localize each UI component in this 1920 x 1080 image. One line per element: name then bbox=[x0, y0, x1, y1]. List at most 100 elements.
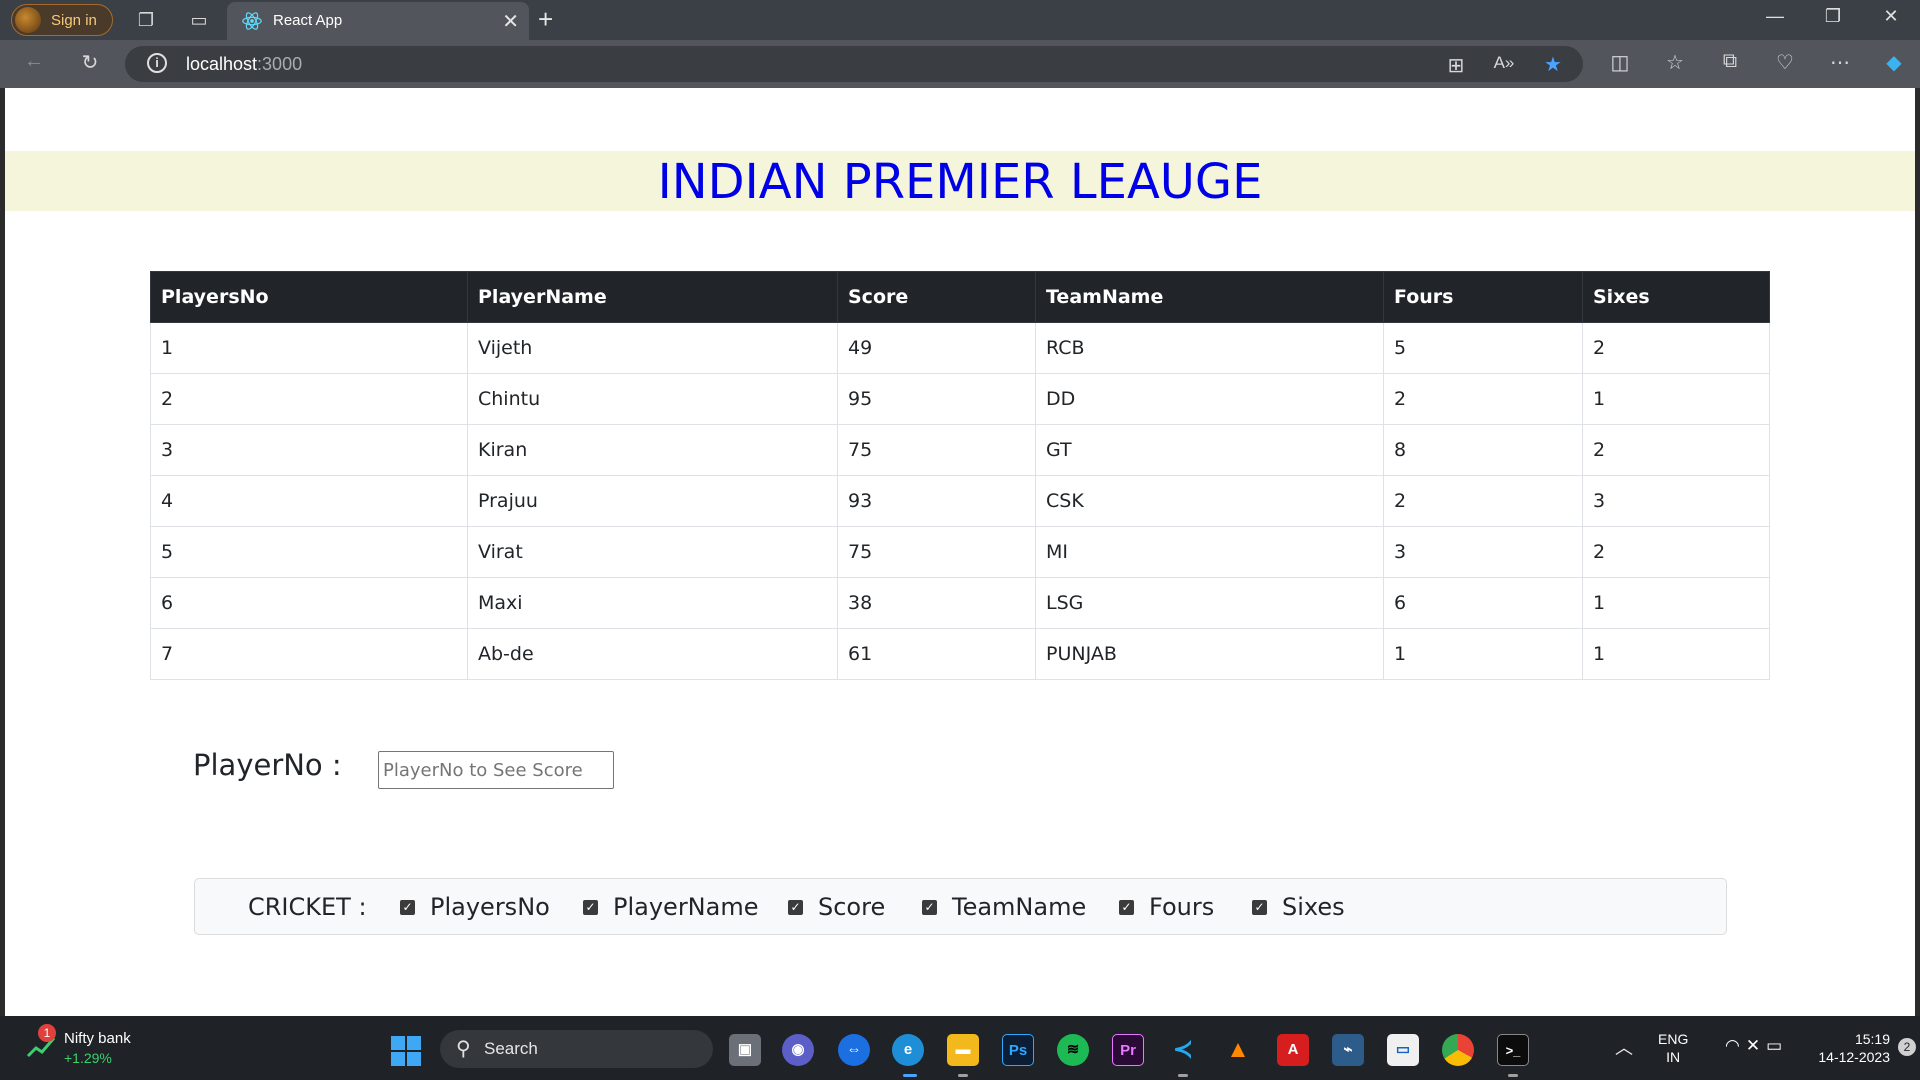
checkbox-checked-icon[interactable]: ✓ bbox=[583, 899, 598, 915]
checkbox-label: TeamName bbox=[952, 893, 1087, 921]
collections-icon[interactable]: ⧉ bbox=[1716, 50, 1744, 73]
clock-time: 15:19 bbox=[1854, 1031, 1890, 1047]
photoshop-icon[interactable]: Ps bbox=[1002, 1034, 1034, 1066]
minimize-icon[interactable]: — bbox=[1755, 6, 1795, 27]
file-explorer-icon[interactable]: ▬ bbox=[947, 1034, 979, 1066]
cell-playername: Prajuu bbox=[467, 475, 838, 527]
vertical-tabs-icon[interactable]: ▭ bbox=[188, 9, 210, 31]
app-available-icon[interactable]: ⊞ bbox=[1442, 53, 1470, 78]
cell-sixes: 2 bbox=[1582, 322, 1770, 374]
cell-teamname: LSG bbox=[1035, 577, 1384, 629]
window-app-icon[interactable]: ▭ bbox=[1387, 1034, 1419, 1066]
start-button[interactable] bbox=[391, 1036, 421, 1066]
explorer-running-indicator bbox=[958, 1074, 968, 1077]
clock[interactable]: 15:19 14-12-2023 bbox=[1790, 1030, 1890, 1066]
cell-playersno: 3 bbox=[150, 424, 468, 476]
cell-fours: 2 bbox=[1383, 373, 1583, 425]
table-row: 4 Prajuu 93 CSK 2 3 bbox=[150, 475, 1770, 527]
acrobat-icon[interactable]: A bbox=[1277, 1034, 1309, 1066]
cell-fours: 8 bbox=[1383, 424, 1583, 476]
taskbar-search[interactable]: ⚲ Search bbox=[440, 1030, 713, 1068]
cell-playername: Virat bbox=[467, 526, 838, 578]
cell-teamname: RCB bbox=[1035, 322, 1384, 374]
profile-avatar bbox=[15, 7, 41, 33]
header-fours: Fours bbox=[1383, 271, 1583, 323]
filter-label: CRICKET : bbox=[248, 893, 367, 921]
checkbox-checked-icon[interactable]: ✓ bbox=[1252, 899, 1267, 915]
terminal-icon[interactable]: >_ bbox=[1497, 1034, 1529, 1066]
teams-icon[interactable]: ◉ bbox=[782, 1034, 814, 1066]
read-aloud-icon[interactable]: A» bbox=[1490, 53, 1518, 73]
copilot-icon[interactable]: ◆ bbox=[1880, 50, 1908, 75]
checkbox-checked-icon[interactable]: ✓ bbox=[400, 899, 415, 915]
checkbox-score[interactable]: ✓ Score bbox=[788, 893, 885, 921]
close-tab-icon[interactable]: ✕ bbox=[502, 9, 519, 34]
cell-playersno: 1 bbox=[150, 322, 468, 374]
address-bar[interactable]: i localhost:3000 ⊞ A» ★ bbox=[125, 46, 1583, 82]
playerno-input[interactable] bbox=[378, 751, 614, 789]
cell-score: 38 bbox=[837, 577, 1036, 629]
cell-sixes: 2 bbox=[1582, 424, 1770, 476]
cell-sixes: 1 bbox=[1582, 373, 1770, 425]
split-screen-icon[interactable]: ◫ bbox=[1606, 50, 1634, 75]
spotify-icon[interactable]: ≋ bbox=[1057, 1034, 1089, 1066]
checkbox-teamname[interactable]: ✓ TeamName bbox=[922, 893, 1086, 921]
cell-playername: Chintu bbox=[467, 373, 838, 425]
teamviewer-icon[interactable]: ⇔ bbox=[838, 1034, 870, 1066]
checkbox-checked-icon[interactable]: ✓ bbox=[788, 899, 803, 915]
cell-playersno: 5 bbox=[150, 526, 468, 578]
clock-date: 14-12-2023 bbox=[1818, 1049, 1890, 1065]
checkbox-playername[interactable]: ✓ PlayerName bbox=[583, 893, 759, 921]
workspaces-icon[interactable]: ❐ bbox=[135, 9, 157, 31]
site-info-icon[interactable]: i bbox=[147, 53, 167, 73]
browser-essentials-icon[interactable]: ♡ bbox=[1771, 50, 1799, 75]
checkbox-playersno[interactable]: ✓ PlayersNo bbox=[400, 893, 550, 921]
restore-icon[interactable]: ❐ bbox=[1813, 6, 1853, 27]
notification-count[interactable]: 2 bbox=[1898, 1038, 1916, 1056]
vscode-icon[interactable]: ≺ bbox=[1167, 1034, 1199, 1066]
favorite-star-icon[interactable]: ★ bbox=[1539, 52, 1567, 77]
cell-sixes: 2 bbox=[1582, 526, 1770, 578]
close-window-icon[interactable]: ✕ bbox=[1871, 6, 1911, 27]
show-hidden-icons-icon[interactable]: ︿ bbox=[1615, 1034, 1633, 1060]
more-menu-icon[interactable]: ⋯ bbox=[1826, 50, 1854, 75]
input-language[interactable]: ENG IN bbox=[1658, 1030, 1688, 1066]
edge-icon[interactable]: e bbox=[892, 1034, 924, 1066]
checkbox-checked-icon[interactable]: ✓ bbox=[922, 899, 937, 915]
new-tab-icon[interactable]: + bbox=[538, 4, 553, 35]
checkbox-fours[interactable]: ✓ Fours bbox=[1119, 893, 1214, 921]
cell-playername: Maxi bbox=[467, 577, 838, 629]
task-view-icon[interactable]: ▣ bbox=[729, 1034, 761, 1066]
vlc-icon[interactable]: ▲ bbox=[1222, 1034, 1254, 1066]
checkbox-label: PlayersNo bbox=[430, 893, 550, 921]
cell-playersno: 2 bbox=[150, 373, 468, 425]
search-label: Search bbox=[484, 1039, 538, 1058]
back-icon[interactable]: ← bbox=[20, 50, 48, 73]
premiere-pro-icon[interactable]: Pr bbox=[1112, 1034, 1144, 1066]
taskbar: 1 Nifty bank +1.29% ⚲ Search ▣ ◉ ⇔ e ▬ P… bbox=[0, 1016, 1920, 1080]
checkbox-label: Score bbox=[818, 893, 886, 921]
checkbox-sixes[interactable]: ✓ Sixes bbox=[1252, 893, 1345, 921]
checkbox-checked-icon[interactable]: ✓ bbox=[1119, 899, 1134, 915]
network-volume-battery-icons[interactable]: ◠✕▭ bbox=[1725, 1036, 1788, 1056]
lang-line2: IN bbox=[1666, 1049, 1681, 1065]
cell-score: 75 bbox=[837, 424, 1036, 476]
cell-playername: Kiran bbox=[467, 424, 838, 476]
favorites-icon[interactable]: ☆ bbox=[1661, 50, 1689, 75]
cell-teamname: GT bbox=[1035, 424, 1384, 476]
cell-playername: Vijeth bbox=[467, 322, 838, 374]
tab-react-app[interactable]: React App ✕ bbox=[227, 2, 529, 40]
cell-playersno: 4 bbox=[150, 475, 468, 527]
refresh-icon[interactable]: ↻ bbox=[76, 50, 104, 75]
mysql-workbench-icon[interactable]: ⌁ bbox=[1332, 1034, 1364, 1066]
widget-badge: 1 bbox=[38, 1024, 56, 1042]
column-filter-bar: CRICKET : ✓ PlayersNo ✓ PlayerName ✓ Sco… bbox=[194, 878, 1727, 935]
url-text[interactable]: localhost:3000 bbox=[186, 54, 302, 75]
header-score: Score bbox=[837, 271, 1036, 323]
chrome-icon[interactable] bbox=[1442, 1034, 1474, 1066]
cell-teamname: MI bbox=[1035, 526, 1384, 578]
table-row: 6 Maxi 38 LSG 6 1 bbox=[150, 577, 1770, 629]
table-row: 1 Vijeth 49 RCB 5 2 bbox=[150, 322, 1770, 374]
profile-sign-in-button[interactable]: Sign in bbox=[11, 4, 113, 36]
cell-teamname: CSK bbox=[1035, 475, 1384, 527]
